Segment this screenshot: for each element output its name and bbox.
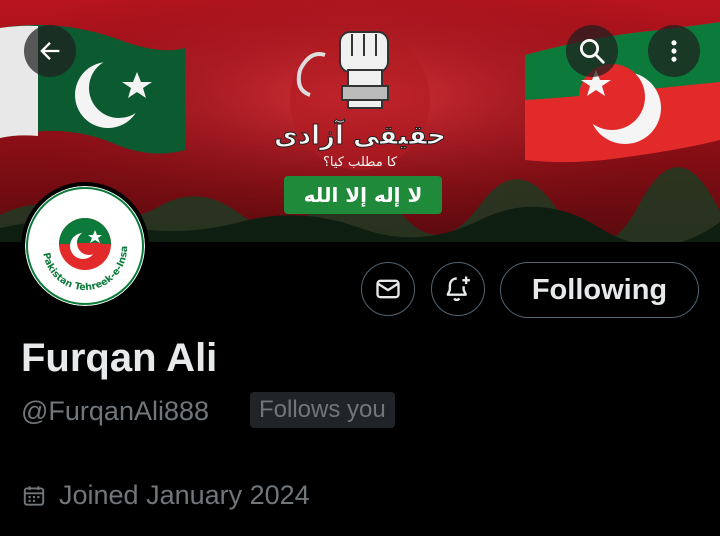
joined-text: Joined January 2024: [59, 480, 310, 510]
mail-icon: [376, 279, 400, 299]
calendar-icon: [23, 485, 45, 506]
profile-avatar[interactable]: Pakistan Tehreek-e-Insaf: [21, 182, 149, 310]
search-button[interactable]: [566, 25, 618, 77]
profile-handle: @FurqanAli888: [21, 396, 210, 426]
banner-kalima: لا إله إلا الله: [304, 183, 423, 207]
notifications-button[interactable]: [431, 262, 485, 316]
following-button[interactable]: Following: [500, 262, 699, 318]
notification-add-icon: [446, 276, 470, 302]
banner-subtitle: کا مطلب کیا؟: [323, 155, 398, 170]
back-arrow-icon: [40, 42, 60, 60]
follows-you-badge: Follows you: [250, 392, 395, 428]
profile-name: Furqan Ali: [21, 336, 218, 380]
more-button[interactable]: [648, 25, 700, 77]
search-icon: [580, 39, 605, 64]
banner-slogan: حقیقی آزادی: [274, 119, 446, 151]
pti-logo: Pakistan Tehreek-e-Insaf: [25, 186, 145, 306]
more-vertical-icon: [671, 40, 677, 62]
back-button[interactable]: [24, 25, 76, 77]
joined-date: Joined January 2024: [21, 480, 310, 511]
message-button[interactable]: [361, 262, 415, 316]
